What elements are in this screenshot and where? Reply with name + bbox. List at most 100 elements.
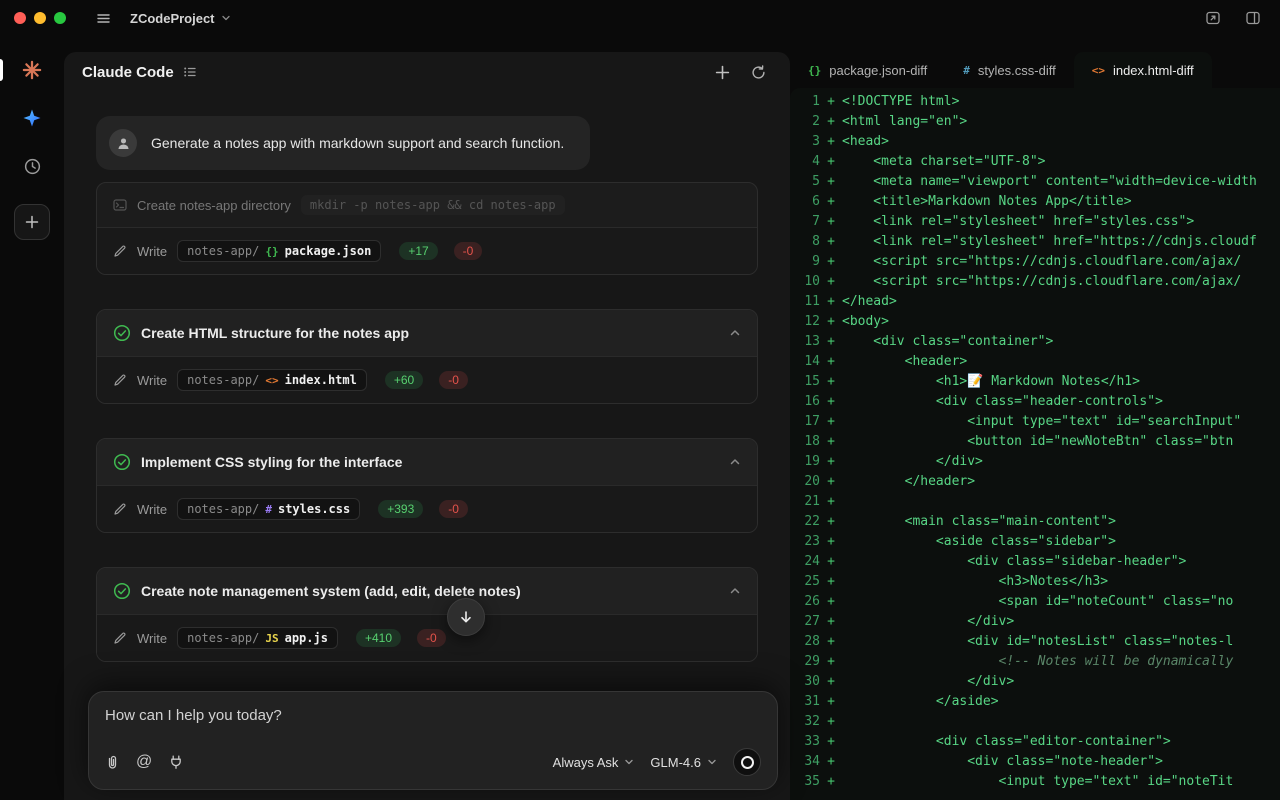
lines-removed-badge: -0 bbox=[439, 371, 468, 389]
voice-record-button[interactable] bbox=[733, 748, 761, 776]
attach-file-icon[interactable] bbox=[105, 754, 120, 770]
pencil-icon bbox=[113, 373, 127, 387]
task-header[interactable]: Implement CSS styling for the interface bbox=[97, 439, 757, 485]
diff-code-lines[interactable]: 1+<!DOCTYPE html>2+<html lang="en">3+<he… bbox=[790, 88, 1280, 800]
write-label: Write bbox=[137, 244, 167, 259]
mention-icon[interactable]: @ bbox=[136, 753, 152, 771]
diff-line: 15+ <h1>📝 Markdown Notes</h1> bbox=[790, 372, 1280, 392]
task-title: Create note management system (add, edit… bbox=[141, 583, 719, 599]
diff-line: 33+ <div class="editor-container"> bbox=[790, 732, 1280, 752]
diff-line: 3+<head> bbox=[790, 132, 1280, 152]
task-card: Create notes-app directory mkdir -p note… bbox=[96, 182, 758, 275]
hamburger-menu-icon[interactable] bbox=[90, 5, 116, 31]
diff-line: 34+ <div class="note-header"> bbox=[790, 752, 1280, 772]
model-select[interactable]: GLM-4.6 bbox=[650, 755, 717, 770]
restore-checkpoint-icon[interactable] bbox=[744, 58, 772, 86]
file-chip[interactable]: notes-app/ # styles.css bbox=[177, 498, 360, 520]
lines-added-badge: +17 bbox=[399, 242, 437, 260]
workspace: Claude Code Generate a notes app with ma… bbox=[0, 36, 1280, 800]
task-title: Implement CSS styling for the interface bbox=[141, 454, 719, 470]
zoom-window-icon[interactable] bbox=[54, 12, 66, 24]
chevron-up-icon[interactable] bbox=[729, 327, 741, 339]
app-window: ZCodeProject bbox=[0, 0, 1280, 800]
pencil-icon bbox=[113, 631, 127, 645]
diff-line: 1+<!DOCTYPE html> bbox=[790, 92, 1280, 112]
chevron-down-icon bbox=[624, 757, 634, 767]
diff-line: 12+<body> bbox=[790, 312, 1280, 332]
left-rail bbox=[0, 52, 64, 800]
file-chip[interactable]: notes-app/ <> index.html bbox=[177, 369, 367, 391]
check-circle-icon bbox=[113, 582, 131, 600]
diff-tab-bar: {} package.json-diff # styles.css-diff <… bbox=[790, 52, 1280, 88]
diff-line: 4+ <meta charset="UTF-8"> bbox=[790, 152, 1280, 172]
tab-styles-css-diff[interactable]: # styles.css-diff bbox=[945, 52, 1073, 88]
project-switcher[interactable]: ZCodeProject bbox=[130, 11, 231, 26]
project-name: ZCodeProject bbox=[130, 11, 215, 26]
chevron-up-icon[interactable] bbox=[729, 456, 741, 468]
sparkle-assistant-icon[interactable] bbox=[14, 100, 50, 136]
open-window-icon[interactable] bbox=[1200, 5, 1226, 31]
scroll-to-bottom-button[interactable] bbox=[447, 598, 485, 636]
file-chip[interactable]: notes-app/ JS app.js bbox=[177, 627, 338, 649]
check-circle-icon bbox=[113, 324, 131, 342]
file-dir: notes-app/ bbox=[187, 502, 259, 516]
file-name: styles.css bbox=[278, 502, 350, 516]
task-card: Create HTML structure for the notes app … bbox=[96, 309, 758, 404]
file-name: package.json bbox=[285, 244, 372, 258]
lines-removed-badge: -0 bbox=[439, 500, 468, 518]
diff-line: 23+ <aside class="sidebar"> bbox=[790, 532, 1280, 552]
new-session-button[interactable] bbox=[14, 204, 50, 240]
arrow-down-icon bbox=[458, 609, 474, 625]
record-ring-icon bbox=[741, 756, 754, 769]
diff-line: 35+ <input type="text" id="noteTit bbox=[790, 772, 1280, 792]
close-window-icon[interactable] bbox=[14, 12, 26, 24]
toggle-right-panel-icon[interactable] bbox=[1240, 5, 1266, 31]
active-indicator bbox=[0, 59, 3, 81]
diff-line: 25+ <h3>Notes</h3> bbox=[790, 572, 1280, 592]
file-dir: notes-app/ bbox=[187, 631, 259, 645]
model-value: GLM-4.6 bbox=[650, 755, 701, 770]
task-header[interactable]: Create note management system (add, edit… bbox=[97, 568, 757, 614]
claude-assistant-icon[interactable] bbox=[14, 52, 50, 88]
diff-line: 11+</head> bbox=[790, 292, 1280, 312]
terminal-icon bbox=[113, 198, 127, 212]
tab-index-html-diff[interactable]: <> index.html-diff bbox=[1074, 52, 1212, 88]
json-file-icon: {} bbox=[808, 64, 821, 77]
person-icon bbox=[116, 136, 131, 151]
permission-mode-select[interactable]: Always Ask bbox=[553, 755, 635, 770]
chat-input[interactable]: How can I help you today? bbox=[105, 707, 761, 724]
file-chip[interactable]: notes-app/ {} package.json bbox=[177, 240, 381, 262]
diff-line: 6+ <title>Markdown Notes App</title> bbox=[790, 192, 1280, 212]
task-title: Create HTML structure for the notes app bbox=[141, 325, 719, 341]
write-row: Write notes-app/ {} package.json +17 -0 bbox=[97, 227, 757, 274]
diff-line: 21+ bbox=[790, 492, 1280, 512]
html-file-icon: <> bbox=[265, 374, 278, 387]
write-row: Write notes-app/ <> index.html +60 -0 bbox=[97, 356, 757, 403]
diff-line: 13+ <div class="container"> bbox=[790, 332, 1280, 352]
tab-label: package.json-diff bbox=[829, 63, 927, 78]
pencil-icon bbox=[113, 244, 127, 258]
chevron-down-icon bbox=[221, 13, 231, 23]
task-header[interactable]: Create HTML structure for the notes app bbox=[97, 310, 757, 356]
connector-icon[interactable] bbox=[168, 754, 184, 770]
diff-line: 26+ <span id="noteCount" class="no bbox=[790, 592, 1280, 612]
diff-line: 10+ <script src="https://cdnjs.cloudflar… bbox=[790, 272, 1280, 292]
diff-line: 32+ bbox=[790, 712, 1280, 732]
tab-package-json-diff[interactable]: {} package.json-diff bbox=[790, 52, 945, 88]
write-label: Write bbox=[137, 502, 167, 517]
diff-line: 20+ </header> bbox=[790, 472, 1280, 492]
file-name: index.html bbox=[285, 373, 357, 387]
diff-panel: {} package.json-diff # styles.css-diff <… bbox=[790, 52, 1280, 800]
history-icon[interactable] bbox=[14, 148, 50, 184]
task-header[interactable]: Create notes-app directory mkdir -p note… bbox=[97, 183, 757, 227]
file-dir: notes-app/ bbox=[187, 244, 259, 258]
diff-line: 27+ </div> bbox=[790, 612, 1280, 632]
diff-line: 22+ <main class="main-content"> bbox=[790, 512, 1280, 532]
minimize-window-icon[interactable] bbox=[34, 12, 46, 24]
file-dir: notes-app/ bbox=[187, 373, 259, 387]
lines-added-badge: +410 bbox=[356, 629, 401, 647]
write-label: Write bbox=[137, 373, 167, 388]
new-chat-button[interactable] bbox=[708, 58, 736, 86]
chevron-up-icon[interactable] bbox=[729, 585, 741, 597]
lines-added-badge: +393 bbox=[378, 500, 423, 518]
